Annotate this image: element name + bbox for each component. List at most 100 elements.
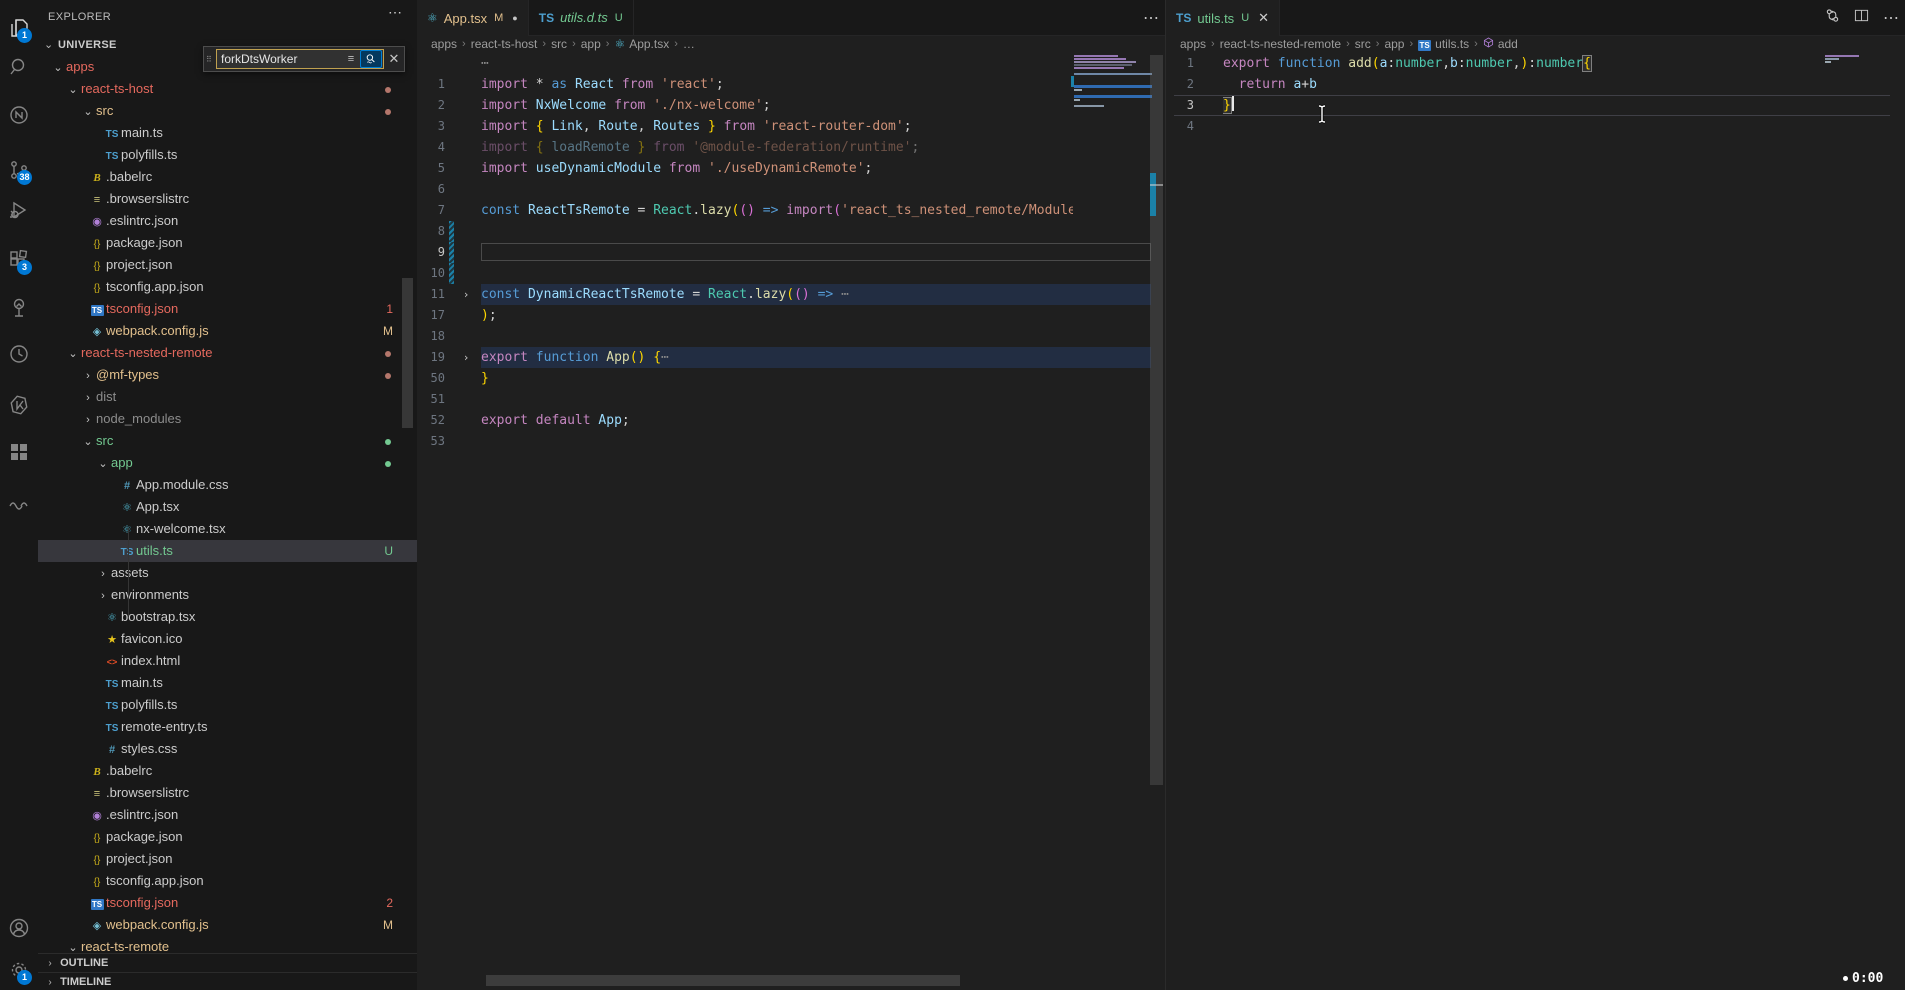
tree-item-nx-welcome.tsx[interactable]: ⚛nx-welcome.tsx [38,518,417,540]
tree-item-tsconfig.app.json[interactable]: {}tsconfig.app.json [38,870,417,892]
search-icon[interactable] [0,47,38,87]
open-changes-icon[interactable] [1825,8,1840,28]
sidebar-scrollbar[interactable] [402,278,413,428]
close-icon[interactable]: ✕ [1258,10,1269,26]
tab-utils.d.ts[interactable]: TSutils.d.tsU [529,0,634,35]
typescript-icon: TS [1176,11,1191,25]
close-icon[interactable]: ✕ [384,51,404,67]
tree-item-@mf-types[interactable]: ›@mf-types [38,364,417,386]
breadcrumb-item[interactable]: … [683,37,695,51]
tree-item-react-ts-host[interactable]: ⌄react-ts-host [38,78,417,100]
fold-chevron-icon[interactable]: › [459,284,473,305]
breadcrumb-item[interactable]: add [1483,37,1518,51]
code-editor-app-tsx[interactable]: ⋯1import * as React from 'react';2import… [417,53,1165,990]
tab-utils.ts[interactable]: TSutils.tsU✕ [1166,0,1280,36]
tree-item-polyfills.ts[interactable]: TSpolyfills.ts [38,144,417,166]
json-icon: {} [88,828,106,850]
tree-item-tsconfig.app.json[interactable]: {}tsconfig.app.json [38,276,417,298]
timeline-section-header[interactable]: › TIMELINE [38,972,417,990]
tree-item-package.json[interactable]: {}package.json [38,826,417,848]
settings-icon[interactable]: 1 [0,950,38,990]
breadcrumb-item[interactable]: ⚛App.tsx [614,37,669,51]
tree-item-dist[interactable]: ›dist [38,386,417,408]
project-tree-icon[interactable] [0,288,38,328]
tree-item-.eslintrc.json[interactable]: ◉.eslintrc.json [38,804,417,826]
more-icon[interactable]: ⋯ [1143,8,1159,28]
minimap[interactable] [1825,55,1865,75]
tree-item-App.module.css[interactable]: #App.module.css [38,474,417,496]
tree-item-favicon.ico[interactable]: ★favicon.ico [38,628,417,650]
minimap[interactable] [1074,55,1152,115]
tree-item-package.json[interactable]: {}package.json [38,232,417,254]
breadcrumb-item[interactable]: apps [431,37,457,51]
react-icon: ⚛ [118,519,136,541]
run-and-debug-icon[interactable] [0,190,38,230]
tree-item-tsconfig.json[interactable]: TStsconfig.json2 [38,892,417,914]
code-editor-utils-ts[interactable]: 1export function add(a:number,b:number,)… [1166,53,1905,990]
drag-grip-icon[interactable]: ⠿ [206,56,215,63]
chevron-down-icon: ⌄ [65,343,81,365]
tree-item-App.tsx[interactable]: ⚛App.tsx [38,496,417,518]
outline-section-header[interactable]: › OUTLINE [38,953,417,973]
more-icon[interactable]: ⋯ [1883,8,1899,28]
find-input[interactable]: forkDtsWorker [217,52,342,66]
tree-item-environments[interactable]: ›environments [38,584,417,606]
tree-item-polyfills.ts[interactable]: TSpolyfills.ts [38,694,417,716]
source-control-icon[interactable]: 38 [0,150,38,190]
tree-item-main.ts[interactable]: TSmain.ts [38,122,417,144]
horizontal-scrollbar[interactable] [486,975,960,986]
breadcrumb[interactable]: apps›react-ts-host›src›app›⚛App.tsx›… [417,35,1165,53]
tab-App.tsx[interactable]: ⚛App.tsxM● [417,0,529,36]
tree-item-.babelrc[interactable]: B.babelrc [38,166,417,188]
breadcrumb-item[interactable]: src [551,37,567,51]
tree-item-assets[interactable]: ›assets [38,562,417,584]
tree-item-app[interactable]: ⌄app [38,452,417,474]
waves-icon[interactable] [0,484,38,524]
fuzzy-search-toggle[interactable] [360,50,382,68]
tree-item-remote-entry.ts[interactable]: TSremote-entry.ts [38,716,417,738]
dirty-dot-icon[interactable]: ● [512,13,517,23]
breadcrumb-item[interactable]: react-ts-host [471,37,538,51]
tab-label: utils.d.ts [560,10,608,25]
tree-item-node-modules[interactable]: ›node_modules [38,408,417,430]
breadcrumb[interactable]: apps›react-ts-nested-remote›src›app›TSut… [1166,35,1905,53]
tree-item-.babelrc[interactable]: B.babelrc [38,760,417,782]
grid-icon[interactable] [0,432,38,472]
tree-item-bootstrap.tsx[interactable]: ⚛bootstrap.tsx [38,606,417,628]
tree-item-webpack.config.js[interactable]: ◈webpack.config.jsM [38,320,417,342]
tree-item-project.json[interactable]: {}project.json [38,254,417,276]
tree-item-webpack.config.js[interactable]: ◈webpack.config.jsM [38,914,417,936]
indent-guide [128,528,129,616]
clock-icon[interactable] [0,334,38,374]
breadcrumb-item[interactable]: app [581,37,601,51]
nx-console-icon[interactable] [0,95,38,135]
filter-icon[interactable]: ≡ [342,53,360,65]
tree-item-.eslintrc.json[interactable]: ◉.eslintrc.json [38,210,417,232]
breadcrumb-item[interactable]: TSutils.ts [1418,37,1469,51]
accounts-icon[interactable] [0,908,38,948]
breadcrumb-item[interactable]: react-ts-nested-remote [1220,37,1341,51]
explorer-icon[interactable]: 1 [0,8,38,48]
breadcrumb-item[interactable]: app [1384,37,1404,51]
vertical-scrollbar[interactable] [1150,55,1163,785]
breadcrumb-item[interactable]: src [1355,37,1371,51]
fold-chevron-icon[interactable]: › [459,347,473,368]
tree-item-styles.css[interactable]: #styles.css [38,738,417,760]
tree-item-project.json[interactable]: {}project.json [38,848,417,870]
tree-item-src[interactable]: ⌄src [38,430,417,452]
timeline-label: TIMELINE [60,976,111,988]
split-editor-icon[interactable] [1854,8,1869,28]
tree-item-utils.ts[interactable]: TSutils.tsU [38,540,417,562]
sidebar-more-actions-icon[interactable]: ⋯ [388,4,403,21]
breadcrumb-item[interactable]: apps [1180,37,1206,51]
tree-item-.browserslistrc[interactable]: ≡.browserslistrc [38,188,417,210]
extensions-icon[interactable]: 3 [0,240,38,280]
tree-item-src[interactable]: ⌄src [38,100,417,122]
kubernetes-icon[interactable] [0,385,38,425]
tree-item-index.html[interactable]: <>index.html [38,650,417,672]
tree-item-react-ts-nested-remote[interactable]: ⌄react-ts-nested-remote [38,342,417,364]
minimap-line [1825,61,1831,63]
tree-item-.browserslistrc[interactable]: ≡.browserslistrc [38,782,417,804]
tree-item-tsconfig.json[interactable]: TStsconfig.json1 [38,298,417,320]
tree-item-main.ts[interactable]: TSmain.ts [38,672,417,694]
